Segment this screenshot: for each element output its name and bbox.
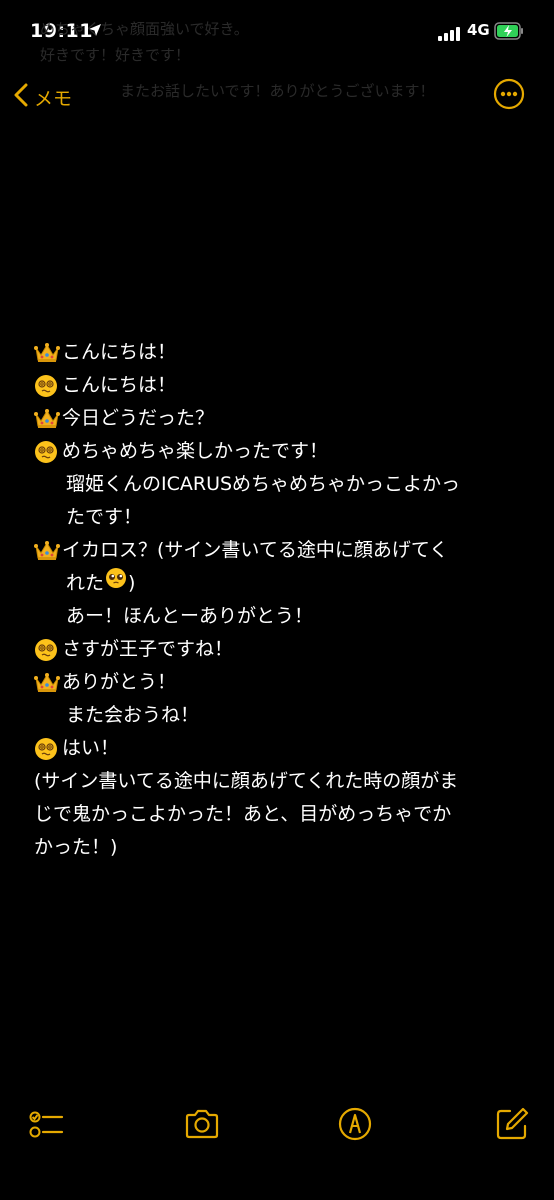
- back-label: メモ: [34, 87, 73, 110]
- note-line: ありがとう！: [34, 666, 524, 699]
- camera-icon: [184, 1109, 220, 1146]
- note-text: 瑠姫くんのICARUSめちゃめちゃかっこよかっ: [66, 473, 461, 495]
- note-line: あー！ほんとーありがとう！: [34, 600, 524, 633]
- note-line: たです！: [34, 501, 524, 534]
- note-line: さすが王子ですね！: [34, 633, 524, 666]
- note-text: れた: [66, 572, 105, 594]
- dizzy-face-emoji-icon: [34, 369, 62, 402]
- note-text: めちゃめちゃ楽しかったです！: [62, 440, 329, 462]
- note-text: はい！: [62, 737, 120, 759]
- note-text: あー！ほんとーありがとう！: [66, 605, 314, 627]
- bottom-toolbar: [0, 1100, 554, 1150]
- note-text: たです！: [66, 506, 143, 528]
- note-line: じで鬼かっこよかった！あと、目がめっちゃでか: [34, 798, 524, 831]
- note-body[interactable]: こんにちは！ こんにちは！ 今日どうだった？ めちゃめちゃ楽しかったです！ 瑠姫…: [34, 336, 524, 864]
- crown-emoji-icon: [34, 666, 62, 699]
- back-button[interactable]: メモ: [14, 80, 72, 114]
- background-text-line: 好きです！好きです！: [40, 46, 191, 64]
- note-text: 今日どうだった？: [62, 407, 215, 429]
- network-type: 4G: [467, 21, 490, 39]
- note-line: また会おうね！: [34, 699, 524, 732]
- compose-icon: [494, 1107, 530, 1146]
- crown-emoji-icon: [34, 402, 62, 435]
- note-text: (サイン書いてる途中に顔あげてくれた時の顔がま: [34, 770, 459, 792]
- pleading-face-emoji-icon: [105, 567, 127, 600]
- dizzy-face-emoji-icon: [34, 633, 62, 666]
- compose-button[interactable]: [494, 1106, 530, 1142]
- note-line: 今日どうだった？: [34, 402, 524, 435]
- chevron-left-icon: [14, 83, 28, 111]
- note-line: 瑠姫くんのICARUSめちゃめちゃかっこよかっ: [34, 468, 524, 501]
- note-text: ありがとう！: [62, 671, 177, 693]
- background-text-line: めちゃくちゃ顔面強いで好き。: [40, 20, 249, 38]
- note-line: (サイン書いてる途中に顔あげてくれた時の顔がま: [34, 765, 524, 798]
- note-text: イカロス？(サイン書いてる途中に顔あげてく: [62, 539, 449, 561]
- note-line: めちゃめちゃ楽しかったです！: [34, 435, 524, 468]
- note-line: かった！): [34, 831, 524, 864]
- crown-emoji-icon: [34, 336, 62, 369]
- note-line: れた ): [34, 567, 524, 600]
- dizzy-face-emoji-icon: [34, 732, 62, 765]
- note-text: かった！): [34, 836, 118, 858]
- checklist-icon: [28, 1111, 64, 1146]
- note-text: じで鬼かっこよかった！あと、目がめっちゃでか: [34, 803, 452, 825]
- note-text: また会おうね！: [66, 704, 200, 726]
- navigation-bar: メモ: [0, 72, 554, 122]
- camera-button[interactable]: [184, 1106, 220, 1142]
- note-line: はい！: [34, 732, 524, 765]
- markup-button[interactable]: [337, 1106, 373, 1142]
- crown-emoji-icon: [34, 534, 62, 567]
- checklist-button[interactable]: [28, 1106, 64, 1142]
- more-options-button[interactable]: [493, 78, 525, 110]
- battery-charging-icon: [494, 21, 524, 45]
- note-text: さすが王子ですね！: [62, 638, 234, 660]
- signal-bars-icon: [438, 26, 460, 45]
- note-line: こんにちは！: [34, 336, 524, 369]
- more-circle-icon: [493, 78, 525, 114]
- markup-pen-icon: [337, 1107, 373, 1146]
- note-text: ): [128, 572, 136, 594]
- note-text: こんにちは！: [62, 374, 177, 396]
- note-line: イカロス？(サイン書いてる途中に顔あげてく: [34, 534, 524, 567]
- note-line: こんにちは！: [34, 369, 524, 402]
- note-text: こんにちは！: [62, 341, 177, 363]
- dizzy-face-emoji-icon: [34, 435, 62, 468]
